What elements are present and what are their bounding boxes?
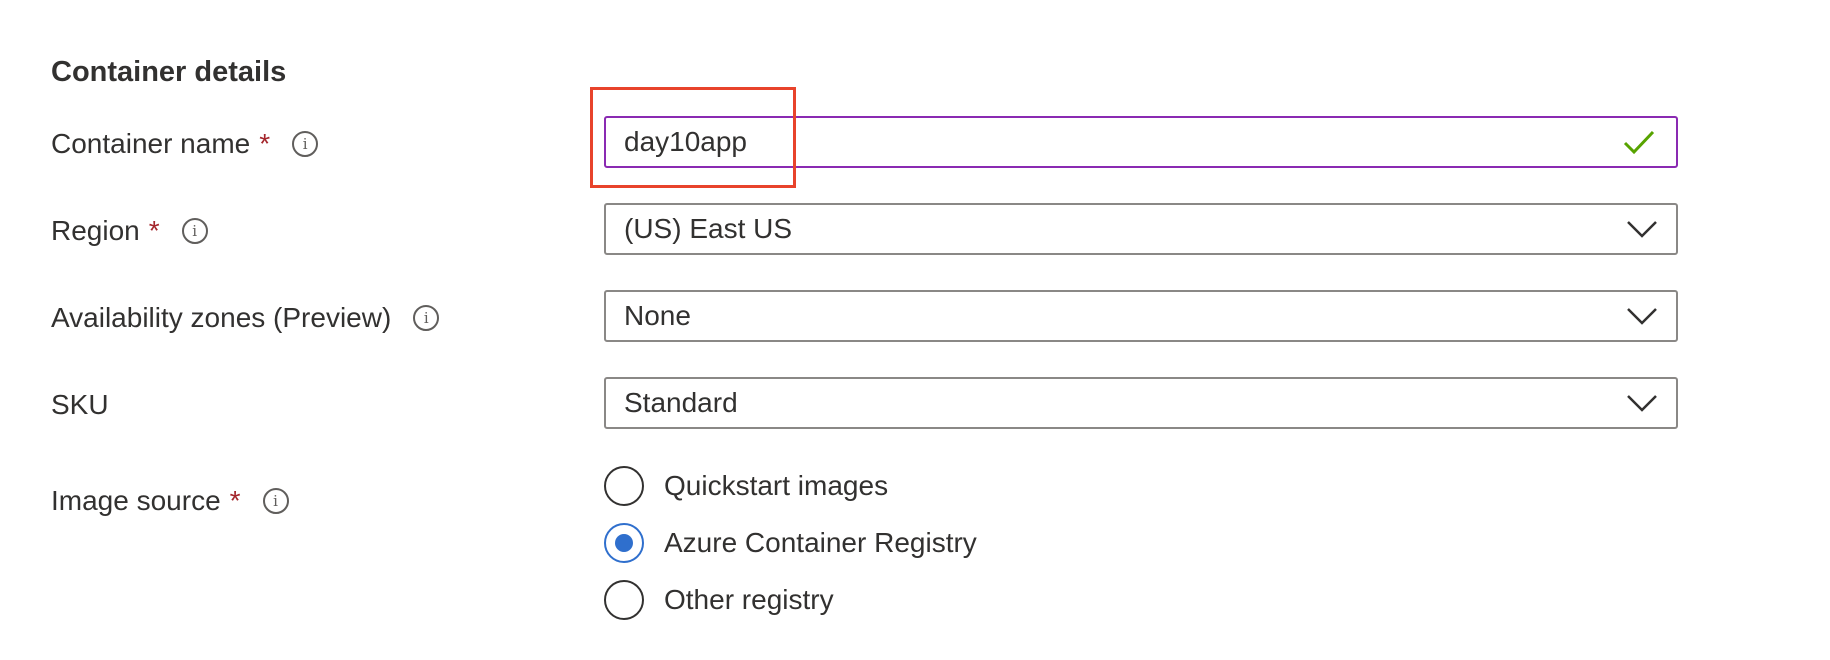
info-icon[interactable]: i	[292, 131, 319, 157]
availability-zones-label-row: Availability zones (Preview) i	[51, 292, 440, 344]
sku-value: Standard	[624, 387, 738, 418]
availability-zones-select[interactable]: None	[604, 290, 1678, 342]
radio-button[interactable]	[604, 580, 644, 620]
image-source-label: Image source	[51, 485, 221, 516]
radio-option-quickstart-images[interactable]: Quickstart images	[604, 464, 888, 508]
chevron-down-icon	[1627, 221, 1657, 238]
region-label-row: Region * i	[51, 205, 208, 257]
region-value: (US) East US	[624, 213, 793, 244]
availability-zones-label: Availability zones (Preview)	[51, 302, 392, 333]
availability-zones-value: None	[624, 300, 691, 331]
chevron-down-icon	[1627, 395, 1657, 412]
sku-select[interactable]: Standard	[604, 377, 1678, 429]
info-icon[interactable]: i	[181, 218, 208, 244]
info-icon[interactable]: i	[413, 305, 440, 331]
radio-option-azure-container-registry[interactable]: Azure Container Registry	[604, 521, 977, 565]
required-marker: *	[148, 215, 160, 246]
container-name-label: Container name	[51, 128, 251, 159]
radio-selected-dot	[615, 534, 633, 552]
sku-label: SKU	[51, 389, 109, 420]
chevron-down-icon	[1627, 308, 1657, 325]
radio-label: Other registry	[664, 584, 834, 615]
sku-label-row: SKU	[51, 379, 109, 431]
required-marker: *	[259, 128, 271, 159]
container-name-label-row: Container name * i	[51, 118, 319, 170]
radio-option-other-registry[interactable]: Other registry	[604, 578, 834, 622]
region-label: Region	[51, 215, 140, 246]
required-marker: *	[229, 485, 241, 516]
annotation-highlight-box	[590, 87, 796, 188]
region-select[interactable]: (US) East US	[604, 203, 1678, 255]
checkmark-icon	[1623, 130, 1655, 155]
radio-label: Quickstart images	[664, 470, 889, 501]
radio-button[interactable]	[604, 466, 644, 506]
radio-label: Azure Container Registry	[664, 527, 977, 558]
radio-button-selected[interactable]	[604, 523, 644, 563]
image-source-label-row: Image source * i	[51, 475, 289, 527]
info-icon[interactable]: i	[262, 488, 289, 514]
section-title: Container details	[51, 56, 287, 88]
